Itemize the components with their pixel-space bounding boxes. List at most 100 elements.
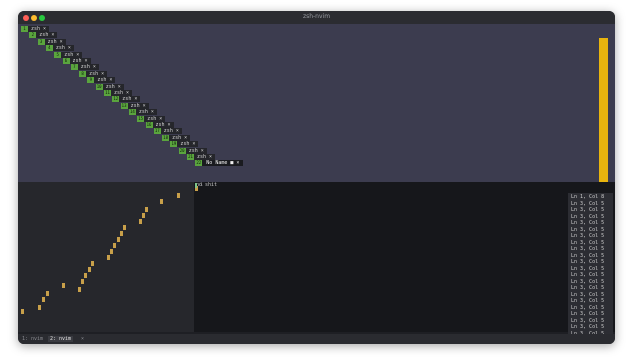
cursor-position-line: Ln 3, Col 5: [571, 220, 605, 226]
tab-number: 17: [153, 128, 161, 135]
cursor-trail-mark: [110, 249, 113, 254]
cursor-trail-mark: [117, 237, 120, 242]
active-buffer-label: No Name ■ ×: [202, 160, 244, 167]
pane-scroll-indicator: [599, 38, 608, 182]
cursor-trail-mark: [42, 297, 45, 302]
cursor-trail-mark: [139, 219, 142, 224]
cursor-trail-mark: [84, 273, 87, 278]
tab-label: zsh ×: [160, 128, 182, 135]
cursor-trail-mark: [107, 255, 110, 260]
cursor-trail-mark: [81, 279, 84, 284]
cursor-position-line: Ln 3, Col 5: [571, 317, 605, 324]
tab-number: 2: [29, 32, 37, 39]
cursor-position-line: Ln 3, Col 5: [571, 291, 605, 298]
tab-number: 8: [79, 70, 87, 77]
tab[interactable]: 14 zsh ×: [128, 109, 157, 116]
cursor-trail-mark: [21, 309, 24, 314]
tab-number: 18: [162, 134, 170, 141]
tab[interactable]: 1 zsh ×: [21, 26, 50, 32]
tab-label: zsh ×: [52, 45, 74, 52]
tab-number: 7: [70, 64, 78, 71]
tab-label: zsh ×: [135, 109, 157, 116]
cursor-position-line: Ln 3, Col 5: [571, 298, 605, 304]
tmux-window-2-close-icon[interactable]: ×: [79, 336, 86, 342]
tab-number: 19: [170, 141, 178, 148]
tab-number: 12: [112, 96, 120, 103]
tab-label: zsh ×: [119, 96, 141, 103]
tab-number: 4: [45, 45, 53, 52]
cursor-position-line: Ln 3, Col 5: [571, 278, 605, 285]
cursor-trail-mark: [78, 287, 81, 292]
cursor-trail-mark: [88, 267, 91, 272]
cursor-trail-mark: [62, 283, 65, 288]
cursor-trail-mark: [145, 207, 148, 212]
tab-number: 21: [187, 154, 194, 160]
tmux-window-1[interactable]: 1: nvim: [20, 336, 45, 342]
tab-label: zsh ×: [36, 32, 58, 39]
tab[interactable]: 8 zsh ×: [79, 70, 108, 77]
tab-label: zsh ×: [86, 70, 108, 77]
active-buffer-tab[interactable]: 22 No Name ■ ×: [195, 160, 244, 167]
tab[interactable]: 11 zsh ×: [104, 90, 133, 96]
tmux-window-2[interactable]: 2: nvim: [48, 336, 74, 342]
cursor-position-line: Ln 3, Col 5: [571, 304, 605, 311]
tab[interactable]: 4 zsh ×: [45, 45, 74, 52]
tab[interactable]: 19 zsh ×: [170, 141, 199, 148]
cursor-position-line: Ln 3, Col 5: [571, 246, 605, 252]
tab-label: zsh ×: [152, 122, 174, 128]
window-title: zsh-nvim: [302, 13, 331, 20]
cursor-position-line: Ln 3, Col 5: [571, 233, 605, 239]
cursor-position-line: Ln 3, Col 5: [571, 226, 605, 233]
title-bar: zsh-nvim: [18, 11, 615, 24]
tab[interactable]: 15 zsh ×: [137, 115, 166, 122]
tab[interactable]: 6 zsh ×: [62, 58, 91, 64]
tab[interactable]: 20 zsh ×: [178, 147, 207, 154]
cursor-position-line: Ln 3, Col 5: [571, 200, 605, 207]
tab-number: 5: [54, 51, 62, 58]
cursor-position-line: Ln 3, Col 5: [571, 213, 605, 220]
cursor-trail-mark: [113, 243, 116, 248]
tab-label: zsh ×: [102, 83, 124, 90]
editor-text[interactable]: no shit: [196, 182, 217, 188]
tab-label: zsh ×: [127, 102, 149, 109]
tab-label: zsh ×: [69, 58, 91, 64]
tab[interactable]: 12 zsh ×: [112, 96, 141, 103]
cursor-position-line: Ln 3, Col 5: [571, 324, 605, 330]
tab-number: 1: [21, 26, 28, 32]
cursor-position-line: Ln 3, Col 5: [571, 265, 605, 272]
tab-number: 13: [120, 102, 128, 109]
tmux-status-bar: 1: nvim 2: nvim ×: [18, 334, 615, 344]
tab-number: 15: [137, 115, 145, 122]
tab[interactable]: 21 zsh ×: [187, 154, 216, 160]
cursor-trail-mark: [177, 193, 180, 198]
tab-number: 20: [178, 147, 186, 154]
tab-label: zsh ×: [61, 51, 83, 58]
tab-label: zsh ×: [185, 147, 207, 154]
tab[interactable]: 17 zsh ×: [153, 128, 182, 135]
cursor-status-panel: Ln 1, Col 8 Ln 3, Col 5 Ln 3, Col 5 Ln 3, C…: [568, 193, 613, 337]
tab[interactable]: 18 zsh ×: [162, 134, 191, 141]
tab[interactable]: 16 zsh ×: [145, 122, 174, 128]
tab[interactable]: 7 zsh ×: [70, 64, 99, 71]
tab-number: 16: [145, 122, 153, 128]
cursor-trail-mark: [91, 261, 94, 266]
cursor-position-line: Ln 3, Col 5: [571, 239, 605, 246]
tab[interactable]: 3 zsh ×: [37, 38, 66, 45]
tab-label: zsh ×: [144, 115, 166, 122]
tab-number: 14: [128, 109, 136, 116]
tab[interactable]: 10 zsh ×: [95, 83, 124, 90]
cursor-position-line: Ln 3, Col 5: [571, 311, 605, 317]
cursor-position-line: Ln 3, Col 5: [571, 252, 605, 259]
tab-number: 10: [95, 83, 103, 90]
tab[interactable]: 2 zsh ×: [29, 32, 58, 39]
tab-number: 11: [104, 90, 111, 96]
tab[interactable]: 13 zsh ×: [120, 102, 149, 109]
terminal-window: zsh-nvim 1 zsh × 2 zsh × 3 zsh × 4 zsh × 5 zsh × 6…: [18, 11, 615, 344]
tab-label: zsh ×: [194, 154, 216, 160]
tab[interactable]: 5 zsh ×: [54, 51, 83, 58]
cursor-position-line: Ln 3, Col 5: [571, 285, 605, 291]
tab-number: 9: [87, 77, 95, 84]
tab-label: zsh ×: [28, 26, 50, 32]
tab[interactable]: 9 zsh ×: [87, 77, 116, 84]
tab-label: zsh ×: [94, 77, 116, 84]
